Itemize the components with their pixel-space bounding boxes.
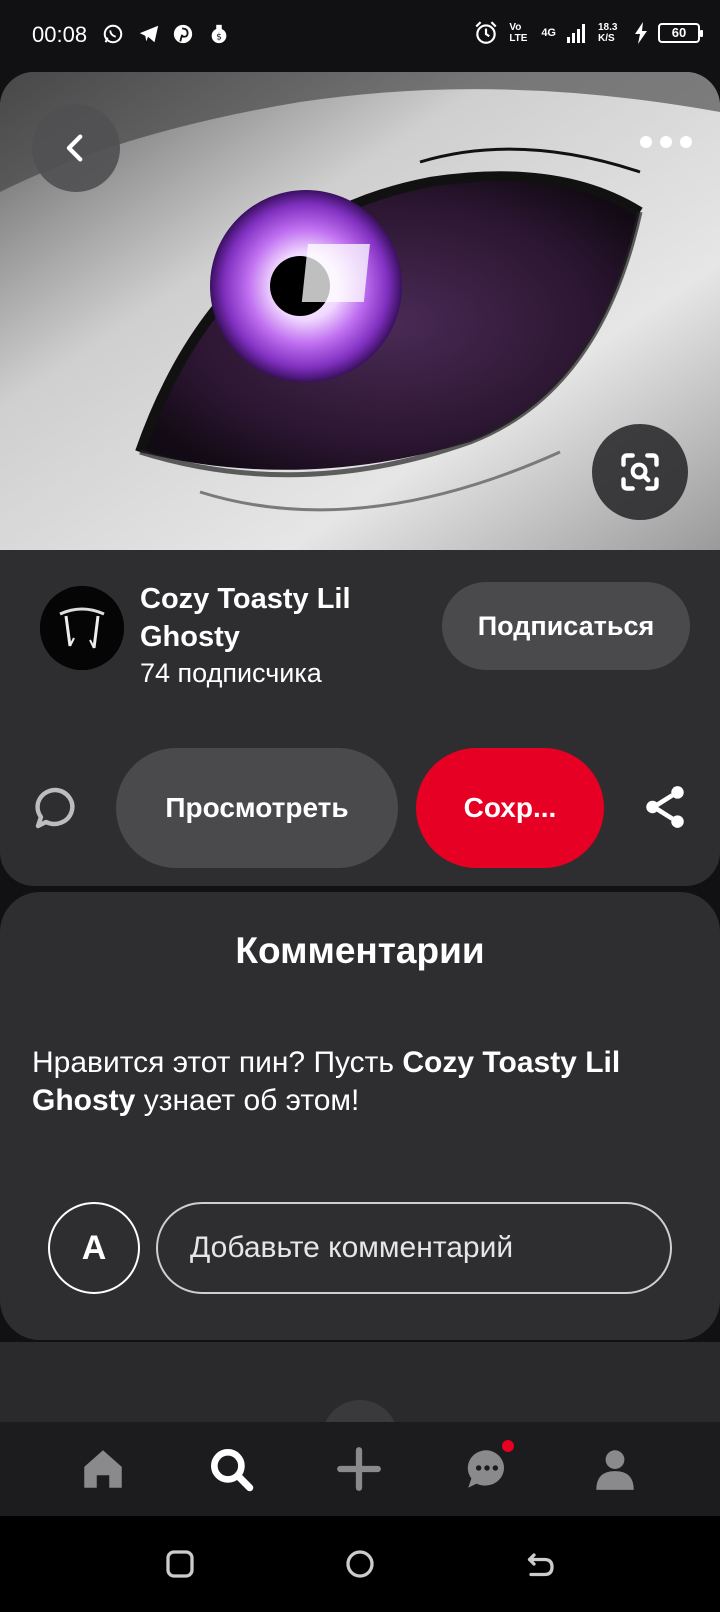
- back-nav-icon[interactable]: [522, 1546, 558, 1582]
- comment-input[interactable]: [156, 1202, 672, 1294]
- comments-card: Комментарии Нравится этот пин? Пусть Coz…: [0, 892, 720, 1340]
- home-icon[interactable]: [78, 1444, 128, 1494]
- visual-search-button[interactable]: [592, 424, 688, 520]
- home-circle-icon[interactable]: [342, 1546, 378, 1582]
- prompt-text-end: узнает об этом!: [135, 1084, 360, 1117]
- share-icon[interactable]: [640, 782, 690, 832]
- prompt-text-start: Нравится этот пин? Пусть: [32, 1046, 403, 1079]
- more-dots-icon: [640, 136, 652, 148]
- signal-label: 4G: [541, 27, 556, 39]
- author-avatar[interactable]: [40, 586, 124, 670]
- comment-bubble-icon[interactable]: [32, 784, 80, 832]
- network-label: Vo LTE: [509, 22, 528, 44]
- below-content-area: [0, 1342, 720, 1476]
- current-user-avatar[interactable]: A: [48, 1202, 140, 1294]
- author-row: Cozy Toasty Lil Ghosty 74 подписчика Под…: [0, 550, 720, 700]
- comments-title: Комментарии: [235, 930, 485, 971]
- action-row: Просмотреть Сохр...: [0, 746, 720, 868]
- messages-icon: [467, 1450, 505, 1488]
- app-notification-icon: $: [211, 24, 227, 44]
- charging-icon: [635, 22, 647, 44]
- status-bar: 00:08 $ Vo LTE 4G 18.3 K/S 60: [0, 0, 720, 72]
- pinterest-icon: [173, 24, 193, 44]
- create-icon[interactable]: [334, 1444, 384, 1494]
- author-followers: 74 подписчика: [140, 658, 322, 688]
- pin-card: Cozy Toasty Lil Ghosty 74 подписчика Под…: [0, 72, 720, 886]
- fangs-avatar-image: [40, 586, 124, 670]
- telegram-icon: [139, 25, 159, 43]
- view-button[interactable]: Просмотреть: [116, 748, 398, 868]
- save-button[interactable]: Сохр...: [416, 748, 604, 868]
- alarm-icon: [475, 21, 497, 44]
- speed-label: 18.3 K/S: [598, 22, 618, 44]
- system-nav-bar: [0, 1516, 720, 1612]
- more-options-button[interactable]: [640, 136, 692, 148]
- recents-icon[interactable]: [162, 1546, 198, 1582]
- messages-button[interactable]: [462, 1440, 514, 1494]
- battery-indicator: 60: [658, 23, 703, 43]
- profile-icon[interactable]: [590, 1444, 640, 1494]
- comments-prompt: Нравится этот пин? Пусть Cozy Toasty Lil…: [32, 1044, 692, 1120]
- follow-button[interactable]: Подписаться: [442, 582, 690, 670]
- whatsapp-icon: [103, 24, 123, 44]
- author-name[interactable]: Cozy Toasty Lil Ghosty: [140, 580, 400, 656]
- notification-dot: [502, 1440, 514, 1452]
- svg-text:$: $: [216, 32, 222, 43]
- signal-bars-icon: [567, 24, 585, 43]
- chevron-left-icon: [66, 134, 83, 162]
- bottom-nav: [0, 1422, 720, 1516]
- back-button[interactable]: [32, 104, 120, 192]
- visual-search-icon: [621, 453, 659, 491]
- status-right-group: Vo LTE 4G 18.3 K/S 60: [473, 20, 703, 46]
- search-icon[interactable]: [206, 1444, 256, 1494]
- status-time: 00:08: [32, 22, 88, 47]
